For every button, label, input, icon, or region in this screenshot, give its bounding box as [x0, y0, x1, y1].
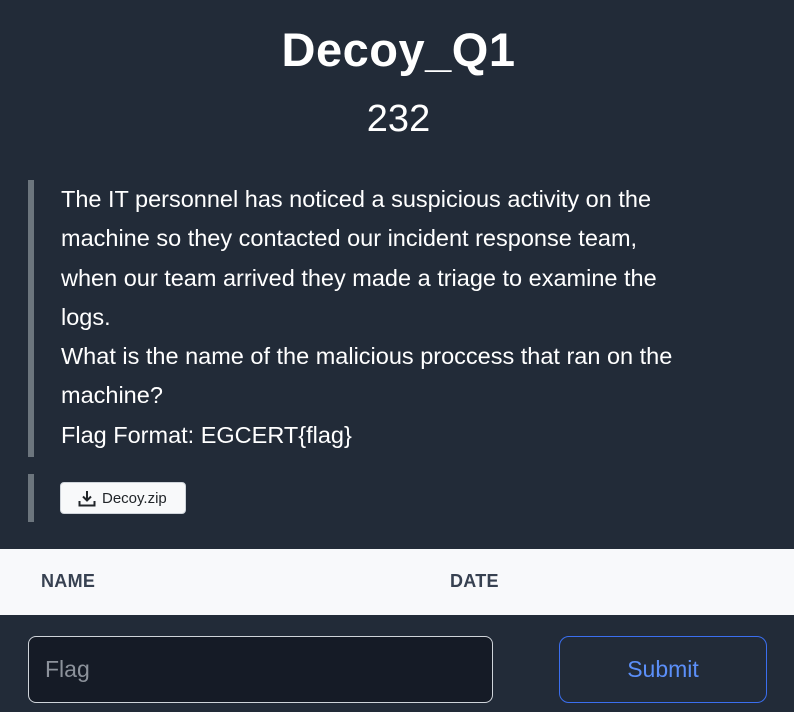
file-name: Decoy.zip [102, 489, 167, 507]
description-line: machine? [61, 382, 163, 409]
download-icon [78, 490, 96, 506]
description-line: logs. [61, 303, 111, 330]
description-line: when our team arrived they made a triage… [61, 264, 657, 291]
description-line: machine so they contacted our incident r… [61, 225, 638, 252]
description-line: The IT personnel has noticed a suspiciou… [61, 186, 652, 212]
description-line: What is the name of the malicious procce… [61, 343, 673, 370]
submit-button[interactable]: Submit [559, 636, 767, 703]
description-text: The IT personnel has noticed a suspiciou… [61, 180, 761, 455]
column-header-date: DATE [450, 571, 499, 591]
description-line: Flag Format: EGCERT{flag} [61, 421, 352, 448]
download-file-button[interactable]: Decoy.zip [60, 482, 186, 514]
flag-input[interactable] [28, 636, 493, 703]
column-header-name: NAME [41, 571, 96, 591]
challenge-description: The IT personnel has noticed a suspiciou… [28, 180, 774, 457]
challenge-files: Decoy.zip [28, 474, 186, 522]
challenge-title: Decoy_Q1 [281, 23, 516, 76]
solves-table-header: NAME DATE [0, 549, 794, 615]
challenge-points: 232 [366, 98, 431, 140]
